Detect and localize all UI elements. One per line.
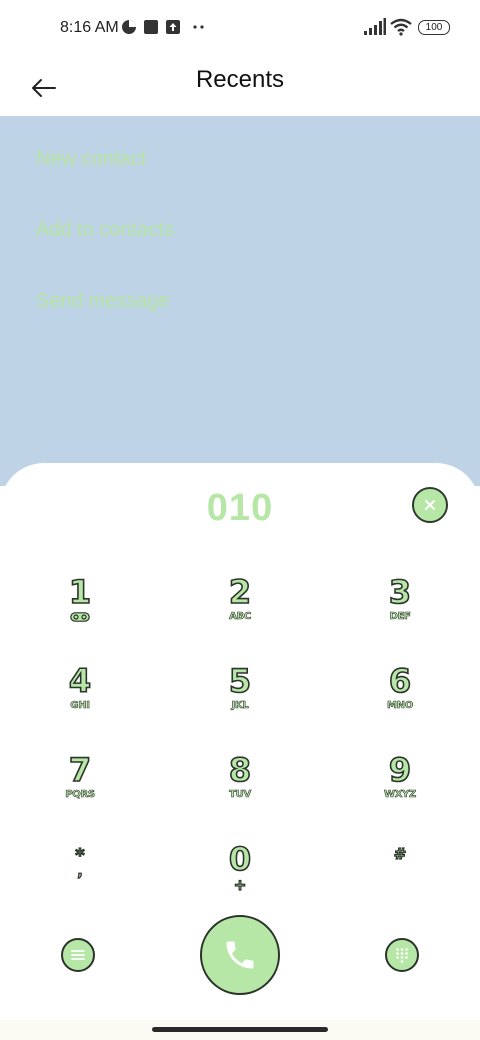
key-digit: 4 bbox=[68, 662, 92, 700]
dialer-sheet: 010 1 2 ABC 3 DEF 4 GHI 5 JKL 6 MNO 7 PQ… bbox=[0, 463, 480, 1020]
key-hash[interactable]: # bbox=[340, 844, 460, 925]
key-6[interactable]: 6 MNO bbox=[340, 662, 460, 744]
key-digit: 9 bbox=[388, 751, 412, 789]
key-digit: 3 bbox=[388, 573, 412, 611]
key-digit: 2 bbox=[228, 573, 252, 611]
page-title: Recents bbox=[195, 66, 285, 93]
key-letters: DEF bbox=[389, 611, 411, 623]
home-indicator[interactable] bbox=[152, 1027, 328, 1032]
key-3[interactable]: 3 DEF bbox=[340, 573, 460, 655]
key-0[interactable]: 0 + bbox=[180, 840, 300, 922]
dimmed-overlay[interactable]: New contact Add to contacts Send message bbox=[0, 116, 480, 486]
key-letters: , bbox=[77, 863, 84, 880]
battery-icon: 100 bbox=[418, 20, 450, 35]
key-1[interactable]: 1 bbox=[20, 573, 140, 655]
clear-button[interactable] bbox=[412, 487, 448, 523]
more-dots-icon bbox=[193, 25, 204, 29]
key-digit: 0 bbox=[228, 840, 252, 878]
key-digit: 1 bbox=[68, 573, 92, 611]
wifi-icon bbox=[390, 18, 412, 36]
key-letters: + bbox=[233, 875, 247, 894]
key-9[interactable]: 9 WXYZ bbox=[340, 751, 460, 833]
menu-lines-icon bbox=[71, 950, 85, 960]
status-bar: 8:16 AM 100 bbox=[0, 0, 480, 56]
close-icon bbox=[425, 500, 435, 510]
key-digit: 6 bbox=[388, 662, 412, 700]
key-letters: MNO bbox=[387, 700, 414, 712]
key-digit: 8 bbox=[228, 751, 252, 789]
battery-level: 100 bbox=[425, 22, 443, 33]
dialpad-toggle-button[interactable] bbox=[385, 938, 419, 972]
dialed-number[interactable]: 010 bbox=[0, 487, 480, 530]
key-letters: TUV bbox=[229, 789, 252, 801]
app-bar: Recents bbox=[0, 56, 480, 116]
key-letters: PQRS bbox=[65, 789, 95, 801]
status-time: 8:16 AM bbox=[60, 19, 119, 36]
square-icon bbox=[144, 20, 158, 34]
menu-button[interactable] bbox=[61, 938, 95, 972]
key-4[interactable]: 4 GHI bbox=[20, 662, 140, 744]
data-saver-icon bbox=[122, 20, 136, 34]
call-button[interactable] bbox=[200, 915, 280, 995]
upload-icon bbox=[166, 20, 180, 34]
dialpad-icon bbox=[396, 948, 408, 963]
key-letters: GHI bbox=[70, 700, 90, 712]
key-digit: 5 bbox=[228, 662, 252, 700]
menu-item-send-message[interactable]: Send message bbox=[36, 290, 169, 313]
key-letters: JKL bbox=[231, 700, 249, 712]
key-7[interactable]: 7 PQRS bbox=[20, 751, 140, 833]
key-2[interactable]: 2 ABC bbox=[180, 573, 300, 655]
key-8[interactable]: 8 TUV bbox=[180, 751, 300, 833]
key-5[interactable]: 5 JKL bbox=[180, 662, 300, 744]
signal-icon bbox=[364, 18, 386, 35]
menu-item-add-to-contacts[interactable]: Add to contacts bbox=[36, 219, 174, 242]
key-star[interactable]: * , bbox=[20, 844, 140, 925]
menu-item-new-contact[interactable]: New contact bbox=[36, 148, 146, 171]
phone-icon bbox=[226, 941, 254, 969]
key-letters: ABC bbox=[229, 611, 252, 623]
key-digit: 7 bbox=[68, 751, 92, 789]
key-letters: WXYZ bbox=[383, 789, 417, 801]
voicemail-icon bbox=[70, 612, 90, 622]
key-digit: # bbox=[393, 844, 407, 863]
key-digit: * bbox=[75, 844, 86, 866]
